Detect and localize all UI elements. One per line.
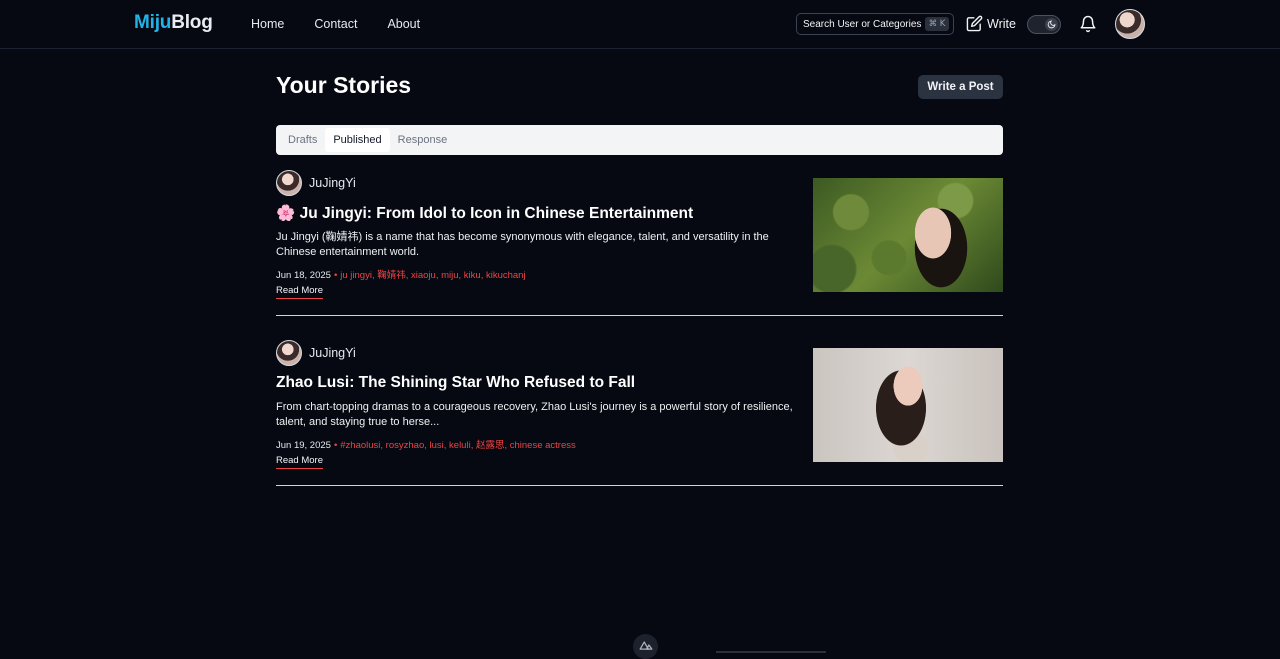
flower-icon: 🌸	[276, 205, 296, 222]
story-divider	[276, 485, 1003, 486]
story-card: JuJingYi Zhao Lusi: The Shining Star Who…	[276, 340, 1003, 470]
story-date: Jun 18, 2025	[276, 270, 331, 281]
user-avatar[interactable]	[1115, 9, 1145, 39]
moon-icon	[1045, 18, 1058, 31]
tab-response[interactable]: Response	[390, 128, 456, 152]
bell-icon[interactable]	[1079, 15, 1097, 38]
author-name: JuJingYi	[309, 346, 356, 360]
story-thumbnail[interactable]	[813, 348, 1003, 462]
write-link[interactable]: Write	[966, 15, 1016, 32]
edit-icon	[966, 15, 983, 32]
meta-separator: •	[333, 440, 338, 451]
story-date: Jun 19, 2025	[276, 440, 331, 451]
nav-about-link[interactable]: About	[387, 17, 420, 31]
theme-toggle[interactable]	[1027, 15, 1061, 34]
story-card: JuJingYi 🌸 Ju Jingyi: From Idol to Icon …	[276, 170, 1003, 300]
logo-part-miju: Miju	[134, 12, 172, 33]
search-box: ⌘ K	[796, 13, 954, 35]
search-input[interactable]	[797, 18, 921, 30]
tab-drafts[interactable]: Drafts	[280, 128, 325, 152]
story-title[interactable]: 🌸 Ju Jingyi: From Idol to Icon in Chines…	[276, 204, 693, 223]
story-title-text: Zhao Lusi: The Shining Star Who Refused …	[276, 374, 636, 391]
site-logo[interactable]: MijuBlog	[134, 12, 213, 34]
read-more-link[interactable]: Read More	[276, 285, 323, 299]
story-tags[interactable]: #zhaolusi, rosyzhao, lusi, keluli, 赵露思, …	[340, 440, 576, 451]
story-excerpt: From chart-topping dramas to a courageou…	[276, 401, 793, 428]
tab-published[interactable]: Published	[325, 128, 390, 152]
author-info[interactable]: JuJingYi	[276, 170, 356, 196]
logo-part-blog: Blog	[171, 12, 213, 33]
story-thumbnail[interactable]	[813, 178, 1003, 292]
story-divider	[276, 315, 1003, 316]
search-shortcut-badge: ⌘ K	[925, 17, 949, 31]
story-excerpt: Ju Jingyi (鞠婧祎) is a name that has becom…	[276, 231, 769, 258]
top-navbar: MijuBlog Home Contact About ⌘ K Write	[0, 0, 1280, 49]
author-avatar	[276, 340, 302, 366]
story-tags[interactable]: ju jingyi, 鞠婧祎, xiaoju, miju, kiku, kiku…	[340, 270, 525, 281]
main-nav: Home Contact About	[251, 17, 450, 31]
nav-home-link[interactable]: Home	[251, 17, 284, 31]
page-title: Your Stories	[276, 72, 412, 98]
story-tabs: Drafts Published Response	[276, 125, 1003, 155]
author-avatar	[276, 170, 302, 196]
story-title[interactable]: Zhao Lusi: The Shining Star Who Refused …	[276, 374, 635, 392]
story-title-text: Ju Jingyi: From Idol to Icon in Chinese …	[299, 205, 694, 222]
write-label: Write	[987, 16, 1016, 31]
story-meta: Jun 19, 2025 • #zhaolusi, rosyzhao, lusi, …	[276, 437, 576, 451]
author-info[interactable]: JuJingYi	[276, 340, 356, 366]
read-more-link[interactable]: Read More	[276, 455, 323, 469]
meta-separator: •	[333, 270, 338, 281]
write-post-button[interactable]: Write a Post	[918, 75, 1003, 99]
author-name: JuJingYi	[309, 176, 356, 190]
story-meta: Jun 18, 2025 • ju jingyi, 鞠婧祎, xiaoju, mij…	[276, 267, 526, 281]
nuxt-devtools-icon[interactable]	[633, 634, 658, 659]
nav-contact-link[interactable]: Contact	[314, 17, 357, 31]
